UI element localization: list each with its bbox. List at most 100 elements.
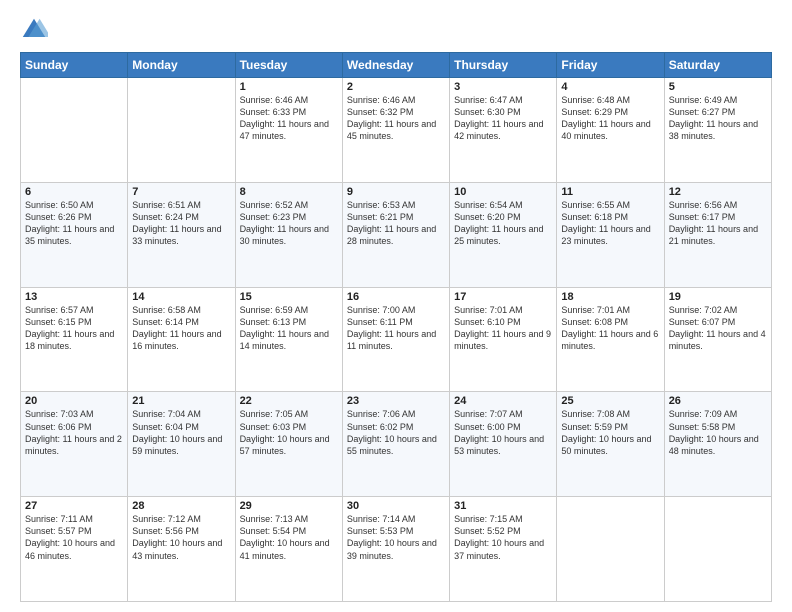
weekday-header-saturday: Saturday bbox=[664, 53, 771, 78]
day-number: 21 bbox=[132, 395, 230, 407]
day-detail: Sunrise: 6:47 AMSunset: 6:30 PMDaylight:… bbox=[454, 94, 552, 143]
day-detail: Sunrise: 6:54 AMSunset: 6:20 PMDaylight:… bbox=[454, 199, 552, 248]
day-detail: Sunrise: 7:02 AMSunset: 6:07 PMDaylight:… bbox=[669, 304, 767, 353]
day-detail: Sunrise: 7:06 AMSunset: 6:02 PMDaylight:… bbox=[347, 408, 445, 457]
day-cell: 20Sunrise: 7:03 AMSunset: 6:06 PMDayligh… bbox=[21, 392, 128, 497]
day-number: 23 bbox=[347, 395, 445, 407]
day-number: 6 bbox=[25, 186, 123, 198]
day-cell: 4Sunrise: 6:48 AMSunset: 6:29 PMDaylight… bbox=[557, 78, 664, 183]
day-cell: 30Sunrise: 7:14 AMSunset: 5:53 PMDayligh… bbox=[342, 497, 449, 602]
day-detail: Sunrise: 6:51 AMSunset: 6:24 PMDaylight:… bbox=[132, 199, 230, 248]
weekday-header-monday: Monday bbox=[128, 53, 235, 78]
day-number: 7 bbox=[132, 186, 230, 198]
day-number: 20 bbox=[25, 395, 123, 407]
day-cell: 21Sunrise: 7:04 AMSunset: 6:04 PMDayligh… bbox=[128, 392, 235, 497]
weekday-header-wednesday: Wednesday bbox=[342, 53, 449, 78]
day-number: 13 bbox=[25, 291, 123, 303]
day-detail: Sunrise: 6:55 AMSunset: 6:18 PMDaylight:… bbox=[561, 199, 659, 248]
day-cell: 6Sunrise: 6:50 AMSunset: 6:26 PMDaylight… bbox=[21, 182, 128, 287]
day-cell: 16Sunrise: 7:00 AMSunset: 6:11 PMDayligh… bbox=[342, 287, 449, 392]
day-cell: 17Sunrise: 7:01 AMSunset: 6:10 PMDayligh… bbox=[450, 287, 557, 392]
day-detail: Sunrise: 6:59 AMSunset: 6:13 PMDaylight:… bbox=[240, 304, 338, 353]
day-detail: Sunrise: 7:11 AMSunset: 5:57 PMDaylight:… bbox=[25, 513, 123, 562]
weekday-header-sunday: Sunday bbox=[21, 53, 128, 78]
day-number: 14 bbox=[132, 291, 230, 303]
day-cell: 26Sunrise: 7:09 AMSunset: 5:58 PMDayligh… bbox=[664, 392, 771, 497]
day-cell bbox=[128, 78, 235, 183]
day-cell: 8Sunrise: 6:52 AMSunset: 6:23 PMDaylight… bbox=[235, 182, 342, 287]
day-cell: 15Sunrise: 6:59 AMSunset: 6:13 PMDayligh… bbox=[235, 287, 342, 392]
day-number: 18 bbox=[561, 291, 659, 303]
day-cell: 22Sunrise: 7:05 AMSunset: 6:03 PMDayligh… bbox=[235, 392, 342, 497]
day-cell: 10Sunrise: 6:54 AMSunset: 6:20 PMDayligh… bbox=[450, 182, 557, 287]
day-cell: 18Sunrise: 7:01 AMSunset: 6:08 PMDayligh… bbox=[557, 287, 664, 392]
day-cell: 14Sunrise: 6:58 AMSunset: 6:14 PMDayligh… bbox=[128, 287, 235, 392]
day-number: 25 bbox=[561, 395, 659, 407]
day-cell: 19Sunrise: 7:02 AMSunset: 6:07 PMDayligh… bbox=[664, 287, 771, 392]
page: SundayMondayTuesdayWednesdayThursdayFrid… bbox=[0, 0, 792, 612]
day-number: 4 bbox=[561, 81, 659, 93]
day-cell: 2Sunrise: 6:46 AMSunset: 6:32 PMDaylight… bbox=[342, 78, 449, 183]
day-cell bbox=[21, 78, 128, 183]
weekday-header-row: SundayMondayTuesdayWednesdayThursdayFrid… bbox=[21, 53, 772, 78]
day-number: 30 bbox=[347, 500, 445, 512]
day-detail: Sunrise: 7:12 AMSunset: 5:56 PMDaylight:… bbox=[132, 513, 230, 562]
day-detail: Sunrise: 6:58 AMSunset: 6:14 PMDaylight:… bbox=[132, 304, 230, 353]
day-number: 27 bbox=[25, 500, 123, 512]
day-number: 16 bbox=[347, 291, 445, 303]
day-number: 2 bbox=[347, 81, 445, 93]
day-detail: Sunrise: 7:01 AMSunset: 6:10 PMDaylight:… bbox=[454, 304, 552, 353]
day-number: 11 bbox=[561, 186, 659, 198]
day-detail: Sunrise: 7:13 AMSunset: 5:54 PMDaylight:… bbox=[240, 513, 338, 562]
day-detail: Sunrise: 6:48 AMSunset: 6:29 PMDaylight:… bbox=[561, 94, 659, 143]
day-cell: 31Sunrise: 7:15 AMSunset: 5:52 PMDayligh… bbox=[450, 497, 557, 602]
day-detail: Sunrise: 6:53 AMSunset: 6:21 PMDaylight:… bbox=[347, 199, 445, 248]
day-detail: Sunrise: 6:52 AMSunset: 6:23 PMDaylight:… bbox=[240, 199, 338, 248]
day-number: 29 bbox=[240, 500, 338, 512]
calendar-table: SundayMondayTuesdayWednesdayThursdayFrid… bbox=[20, 52, 772, 602]
day-number: 24 bbox=[454, 395, 552, 407]
weekday-header-friday: Friday bbox=[557, 53, 664, 78]
day-number: 22 bbox=[240, 395, 338, 407]
day-number: 17 bbox=[454, 291, 552, 303]
week-row-2: 6Sunrise: 6:50 AMSunset: 6:26 PMDaylight… bbox=[21, 182, 772, 287]
day-detail: Sunrise: 7:14 AMSunset: 5:53 PMDaylight:… bbox=[347, 513, 445, 562]
day-number: 26 bbox=[669, 395, 767, 407]
day-cell: 13Sunrise: 6:57 AMSunset: 6:15 PMDayligh… bbox=[21, 287, 128, 392]
day-detail: Sunrise: 7:07 AMSunset: 6:00 PMDaylight:… bbox=[454, 408, 552, 457]
day-cell: 7Sunrise: 6:51 AMSunset: 6:24 PMDaylight… bbox=[128, 182, 235, 287]
day-number: 28 bbox=[132, 500, 230, 512]
day-detail: Sunrise: 7:01 AMSunset: 6:08 PMDaylight:… bbox=[561, 304, 659, 353]
day-cell: 29Sunrise: 7:13 AMSunset: 5:54 PMDayligh… bbox=[235, 497, 342, 602]
day-cell bbox=[557, 497, 664, 602]
day-detail: Sunrise: 6:56 AMSunset: 6:17 PMDaylight:… bbox=[669, 199, 767, 248]
day-cell: 5Sunrise: 6:49 AMSunset: 6:27 PMDaylight… bbox=[664, 78, 771, 183]
day-cell bbox=[664, 497, 771, 602]
day-number: 8 bbox=[240, 186, 338, 198]
day-cell: 27Sunrise: 7:11 AMSunset: 5:57 PMDayligh… bbox=[21, 497, 128, 602]
day-detail: Sunrise: 6:50 AMSunset: 6:26 PMDaylight:… bbox=[25, 199, 123, 248]
day-cell: 23Sunrise: 7:06 AMSunset: 6:02 PMDayligh… bbox=[342, 392, 449, 497]
day-detail: Sunrise: 7:15 AMSunset: 5:52 PMDaylight:… bbox=[454, 513, 552, 562]
logo-icon bbox=[20, 16, 48, 44]
day-number: 3 bbox=[454, 81, 552, 93]
day-detail: Sunrise: 6:46 AMSunset: 6:32 PMDaylight:… bbox=[347, 94, 445, 143]
day-number: 31 bbox=[454, 500, 552, 512]
day-number: 9 bbox=[347, 186, 445, 198]
logo bbox=[20, 16, 52, 44]
weekday-header-thursday: Thursday bbox=[450, 53, 557, 78]
day-detail: Sunrise: 7:03 AMSunset: 6:06 PMDaylight:… bbox=[25, 408, 123, 457]
week-row-1: 1Sunrise: 6:46 AMSunset: 6:33 PMDaylight… bbox=[21, 78, 772, 183]
day-cell: 28Sunrise: 7:12 AMSunset: 5:56 PMDayligh… bbox=[128, 497, 235, 602]
day-detail: Sunrise: 6:49 AMSunset: 6:27 PMDaylight:… bbox=[669, 94, 767, 143]
day-detail: Sunrise: 7:09 AMSunset: 5:58 PMDaylight:… bbox=[669, 408, 767, 457]
week-row-4: 20Sunrise: 7:03 AMSunset: 6:06 PMDayligh… bbox=[21, 392, 772, 497]
day-number: 12 bbox=[669, 186, 767, 198]
day-detail: Sunrise: 7:08 AMSunset: 5:59 PMDaylight:… bbox=[561, 408, 659, 457]
day-cell: 11Sunrise: 6:55 AMSunset: 6:18 PMDayligh… bbox=[557, 182, 664, 287]
day-cell: 24Sunrise: 7:07 AMSunset: 6:00 PMDayligh… bbox=[450, 392, 557, 497]
week-row-3: 13Sunrise: 6:57 AMSunset: 6:15 PMDayligh… bbox=[21, 287, 772, 392]
day-detail: Sunrise: 6:46 AMSunset: 6:33 PMDaylight:… bbox=[240, 94, 338, 143]
day-cell: 3Sunrise: 6:47 AMSunset: 6:30 PMDaylight… bbox=[450, 78, 557, 183]
week-row-5: 27Sunrise: 7:11 AMSunset: 5:57 PMDayligh… bbox=[21, 497, 772, 602]
